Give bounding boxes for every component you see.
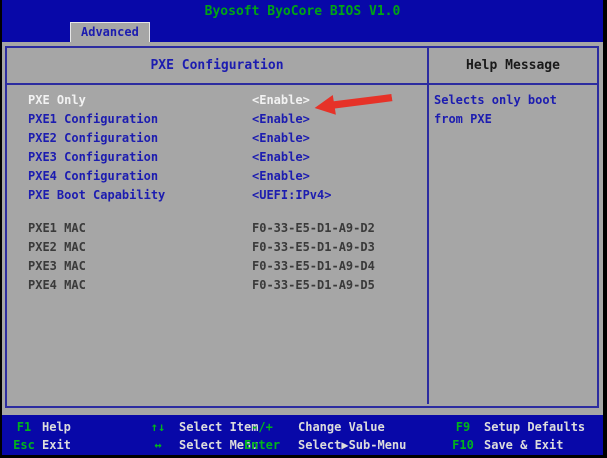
hint-select-submenu: Enter Select▶Sub-Menu <box>242 436 406 454</box>
hint-change-value: -/+ Change Value <box>242 418 385 436</box>
key-hint-bar: F1Help ↑↓Select Item -/+Change Value F9S… <box>2 415 603 455</box>
help-message-text: Selects only boot from PXE <box>434 91 574 129</box>
key-f1: F1 <box>10 418 38 436</box>
info-label: PXE3 MAC <box>28 259 86 273</box>
option-value: <UEFI:IPv4> <box>252 186 331 205</box>
key-minus-plus: -/+ <box>242 418 282 436</box>
key-up-down-arrows-icon: ↑↓ <box>143 418 173 436</box>
hint-save-exit: F10 Save & Exit <box>448 436 563 454</box>
options-pane: PXE Only <Enable> PXE1 Configuration <En… <box>7 85 429 404</box>
key-f9: F9 <box>448 418 478 436</box>
hint-label: Help <box>42 420 71 434</box>
info-value: F0-33-E5-D1-A9-D4 <box>252 257 375 276</box>
info-value: F0-33-E5-D1-A9-D5 <box>252 276 375 295</box>
main-panel: PXE Configuration Help Message PXE Only … <box>5 46 599 408</box>
option-row-pxe2-configuration[interactable]: PXE2 Configuration <Enable> <box>7 129 427 148</box>
help-header: Help Message <box>429 48 597 83</box>
option-value: <Enable> <box>252 148 310 167</box>
hint-label: Select▶Sub-Menu <box>298 438 406 452</box>
hint-setup-defaults: F9 Setup Defaults <box>448 418 585 436</box>
info-row-pxe2-mac: PXE2 MAC F0-33-E5-D1-A9-D3 <box>7 238 427 257</box>
option-label: PXE1 Configuration <box>28 112 158 126</box>
info-value: F0-33-E5-D1-A9-D3 <box>252 238 375 257</box>
hint-help: F1 Help <box>10 418 71 436</box>
hint-label: Setup Defaults <box>484 420 585 434</box>
info-row-pxe3-mac: PXE3 MAC F0-33-E5-D1-A9-D4 <box>7 257 427 276</box>
info-row-pxe1-mac: PXE1 MAC F0-33-E5-D1-A9-D2 <box>7 219 427 238</box>
option-row-pxe1-configuration[interactable]: PXE1 Configuration <Enable> <box>7 110 427 129</box>
tab-advanced[interactable]: Advanced <box>70 22 150 42</box>
option-label: PXE4 Configuration <box>28 169 158 183</box>
key-esc: Esc <box>10 436 38 454</box>
help-pane: Selects only boot from PXE <box>429 85 597 404</box>
info-value: F0-33-E5-D1-A9-D2 <box>252 219 375 238</box>
mac-address-list: PXE1 MAC F0-33-E5-D1-A9-D2 PXE2 MAC F0-3… <box>7 219 427 295</box>
hint-exit: Esc Exit <box>10 436 71 454</box>
hint-label: Exit <box>42 438 71 452</box>
panel-body-row: PXE Only <Enable> PXE1 Configuration <En… <box>7 85 597 404</box>
option-row-pxe3-configuration[interactable]: PXE3 Configuration <Enable> <box>7 148 427 167</box>
info-label: PXE4 MAC <box>28 278 86 292</box>
hint-label: Save & Exit <box>484 438 563 452</box>
bios-title: Byosoft ByoCore BIOS V1.0 <box>2 4 603 19</box>
info-row-pxe4-mac: PXE4 MAC F0-33-E5-D1-A9-D5 <box>7 276 427 295</box>
option-value: <Enable> <box>252 110 310 129</box>
key-f10: F10 <box>448 436 478 454</box>
bios-setup-screen: Byosoft ByoCore BIOS V1.0 Advanced PXE C… <box>0 0 607 458</box>
option-row-pxe4-configuration[interactable]: PXE4 Configuration <Enable> <box>7 167 427 186</box>
option-label: PXE Boot Capability <box>28 188 165 202</box>
option-value: <Enable> <box>252 91 310 110</box>
option-label: PXE3 Configuration <box>28 150 158 164</box>
key-left-right-arrows-icon: ↔ <box>143 436 173 454</box>
option-row-pxe-boot-capability[interactable]: PXE Boot Capability <UEFI:IPv4> <box>7 186 427 205</box>
section-title: PXE Configuration <box>7 48 429 83</box>
option-value: <Enable> <box>252 167 310 186</box>
top-banner: Byosoft ByoCore BIOS V1.0 Advanced <box>2 0 603 42</box>
option-label: PXE Only <box>28 93 86 107</box>
hint-label: Change Value <box>298 420 385 434</box>
info-label: PXE1 MAC <box>28 221 86 235</box>
bios-inner-area: Byosoft ByoCore BIOS V1.0 Advanced PXE C… <box>2 0 603 455</box>
option-value: <Enable> <box>252 129 310 148</box>
info-label: PXE2 MAC <box>28 240 86 254</box>
panel-header-row: PXE Configuration Help Message <box>7 48 597 85</box>
key-enter: Enter <box>242 436 282 454</box>
option-label: PXE2 Configuration <box>28 131 158 145</box>
